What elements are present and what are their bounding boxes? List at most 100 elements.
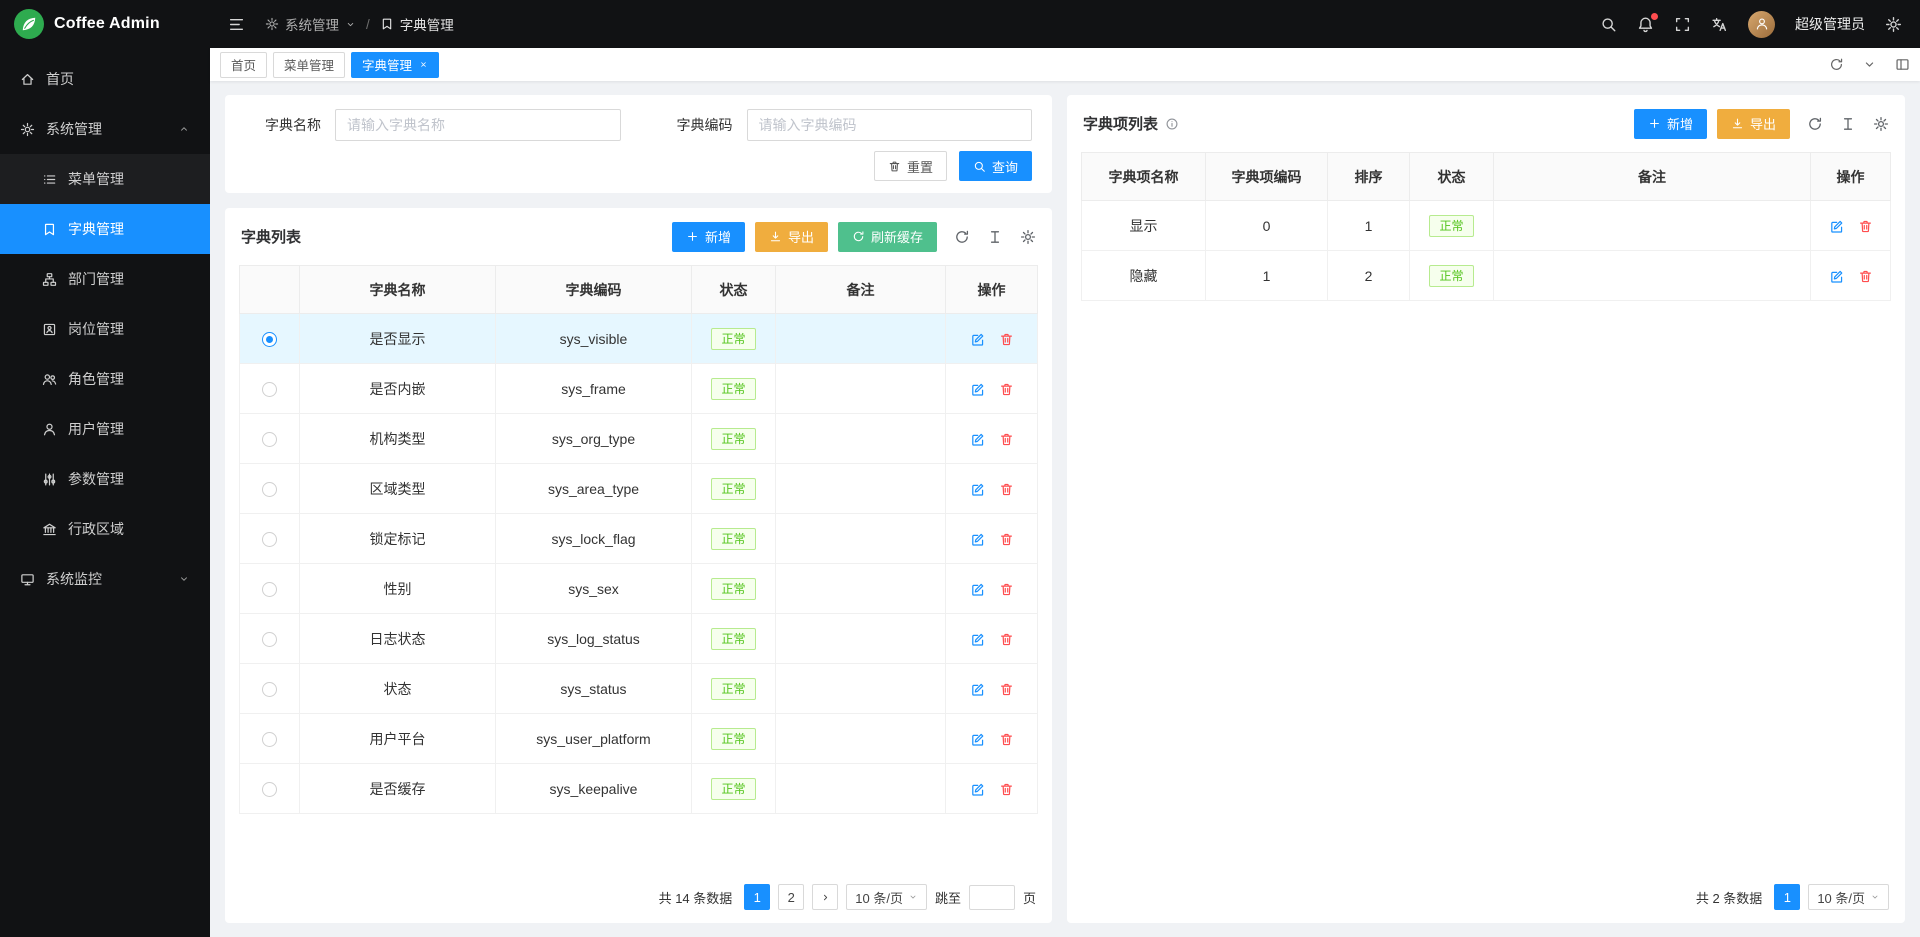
row-select-radio[interactable] xyxy=(262,732,277,747)
collapse-menu-icon[interactable] xyxy=(228,16,245,33)
page-button[interactable]: 2 xyxy=(778,884,804,910)
sidebar-item-monitor[interactable]: 系统监控 xyxy=(0,554,210,604)
edit-icon[interactable] xyxy=(970,582,985,597)
edit-icon[interactable] xyxy=(970,482,985,497)
translate-icon[interactable] xyxy=(1711,16,1728,33)
sidebar-item-area[interactable]: 行政区域 xyxy=(0,504,210,554)
dict-code-cell: sys_visible xyxy=(496,314,692,364)
table-row[interactable]: 是否显示sys_visible正常 xyxy=(240,314,1038,364)
page-button[interactable]: 1 xyxy=(744,884,770,910)
sidebar-item-system[interactable]: 系统管理 xyxy=(0,104,210,154)
fullscreen-icon[interactable] xyxy=(1674,16,1691,33)
edit-icon[interactable] xyxy=(1829,269,1844,284)
tab-item[interactable]: 菜单管理 xyxy=(273,52,345,78)
sidebar-item-role[interactable]: 角色管理 xyxy=(0,354,210,404)
sidebar-item-dict[interactable]: 字典管理 xyxy=(0,204,210,254)
edit-icon[interactable] xyxy=(970,782,985,797)
tab-item[interactable]: 字典管理 xyxy=(351,52,439,78)
refresh-icon[interactable] xyxy=(1807,116,1823,132)
page-button[interactable]: 1 xyxy=(1774,884,1800,910)
page-size-select[interactable]: 10 条/页 xyxy=(1808,884,1889,910)
row-select-radio[interactable] xyxy=(262,782,277,797)
add-button[interactable]: 新增 xyxy=(1634,109,1707,139)
refresh-icon[interactable] xyxy=(954,229,970,245)
info-icon[interactable] xyxy=(1165,117,1179,131)
sidebar-item-post[interactable]: 岗位管理 xyxy=(0,304,210,354)
sidebar-item-dept[interactable]: 部门管理 xyxy=(0,254,210,304)
table-row[interactable]: 是否内嵌sys_frame正常 xyxy=(240,364,1038,414)
remark-cell xyxy=(776,714,946,764)
next-page-button[interactable] xyxy=(812,884,838,910)
row-select-radio[interactable] xyxy=(262,482,277,497)
jump-page-input[interactable] xyxy=(969,885,1015,910)
refresh-cache-button[interactable]: 刷新缓存 xyxy=(838,222,937,252)
table-row[interactable]: 隐藏12正常 xyxy=(1082,251,1891,301)
tab-item[interactable]: 首页 xyxy=(220,52,267,78)
edit-icon[interactable] xyxy=(970,432,985,447)
delete-icon[interactable] xyxy=(999,582,1014,597)
delete-icon[interactable] xyxy=(999,382,1014,397)
row-select-radio[interactable] xyxy=(262,432,277,447)
delete-icon[interactable] xyxy=(999,782,1014,797)
row-height-icon[interactable] xyxy=(1840,116,1856,132)
user-name[interactable]: 超级管理员 xyxy=(1795,14,1865,34)
row-select-radio[interactable] xyxy=(262,532,277,547)
delete-icon[interactable] xyxy=(1858,269,1873,284)
edit-icon[interactable] xyxy=(970,682,985,697)
table-row[interactable]: 状态sys_status正常 xyxy=(240,664,1038,714)
sidebar-item-param[interactable]: 参数管理 xyxy=(0,454,210,504)
row-select-radio[interactable] xyxy=(262,582,277,597)
column-settings-gear-icon[interactable] xyxy=(1873,116,1889,132)
refresh-icon[interactable] xyxy=(1829,57,1844,72)
query-button-label: 查询 xyxy=(992,157,1018,176)
table-row[interactable]: 区域类型sys_area_type正常 xyxy=(240,464,1038,514)
page-size-select[interactable]: 10 条/页 xyxy=(846,884,927,910)
row-select-radio[interactable] xyxy=(262,632,277,647)
column-settings-gear-icon[interactable] xyxy=(1020,229,1036,245)
layout-icon[interactable] xyxy=(1895,57,1910,72)
row-select-radio[interactable] xyxy=(262,382,277,397)
delete-icon[interactable] xyxy=(999,682,1014,697)
delete-icon[interactable] xyxy=(999,632,1014,647)
table-row[interactable]: 锁定标记sys_lock_flag正常 xyxy=(240,514,1038,564)
search-icon[interactable] xyxy=(1600,16,1617,33)
delete-icon[interactable] xyxy=(1858,219,1873,234)
delete-icon[interactable] xyxy=(999,332,1014,347)
row-height-icon[interactable] xyxy=(987,229,1003,245)
edit-icon[interactable] xyxy=(970,632,985,647)
delete-icon[interactable] xyxy=(999,532,1014,547)
sidebar-item-home[interactable]: 首页 xyxy=(0,54,210,104)
sidebar-item-user[interactable]: 用户管理 xyxy=(0,404,210,454)
delete-icon[interactable] xyxy=(999,482,1014,497)
export-button[interactable]: 导出 xyxy=(755,222,828,252)
edit-icon[interactable] xyxy=(970,732,985,747)
close-icon[interactable] xyxy=(419,60,428,69)
sidebar-item-menu[interactable]: 菜单管理 xyxy=(0,154,210,204)
table-row[interactable]: 性别sys_sex正常 xyxy=(240,564,1038,614)
chevron-down-icon[interactable] xyxy=(1862,57,1877,72)
table-row[interactable]: 是否缓存sys_keepalive正常 xyxy=(240,764,1038,814)
add-button[interactable]: 新增 xyxy=(672,222,745,252)
table-row[interactable]: 日志状态sys_log_status正常 xyxy=(240,614,1038,664)
row-select-radio[interactable] xyxy=(262,332,277,347)
delete-icon[interactable] xyxy=(999,732,1014,747)
table-row[interactable]: 机构类型sys_org_type正常 xyxy=(240,414,1038,464)
dict-name-input[interactable] xyxy=(335,109,621,141)
export-button[interactable]: 导出 xyxy=(1717,109,1790,139)
edit-icon[interactable] xyxy=(970,532,985,547)
reset-button[interactable]: 重置 xyxy=(874,151,947,181)
row-select-radio[interactable] xyxy=(262,682,277,697)
edit-icon[interactable] xyxy=(1829,219,1844,234)
dict-code-input[interactable] xyxy=(747,109,1033,141)
edit-icon[interactable] xyxy=(970,382,985,397)
delete-icon[interactable] xyxy=(999,432,1014,447)
settings-gear-icon[interactable] xyxy=(1885,16,1902,33)
avatar[interactable] xyxy=(1748,11,1775,38)
notification-bell-icon[interactable] xyxy=(1637,16,1654,33)
table-row[interactable]: 用户平台sys_user_platform正常 xyxy=(240,714,1038,764)
dict-code-cell: sys_org_type xyxy=(496,414,692,464)
table-row[interactable]: 显示01正常 xyxy=(1082,201,1891,251)
query-button[interactable]: 查询 xyxy=(959,151,1032,181)
breadcrumb-item-system[interactable]: 系统管理 xyxy=(265,14,356,34)
edit-icon[interactable] xyxy=(970,332,985,347)
